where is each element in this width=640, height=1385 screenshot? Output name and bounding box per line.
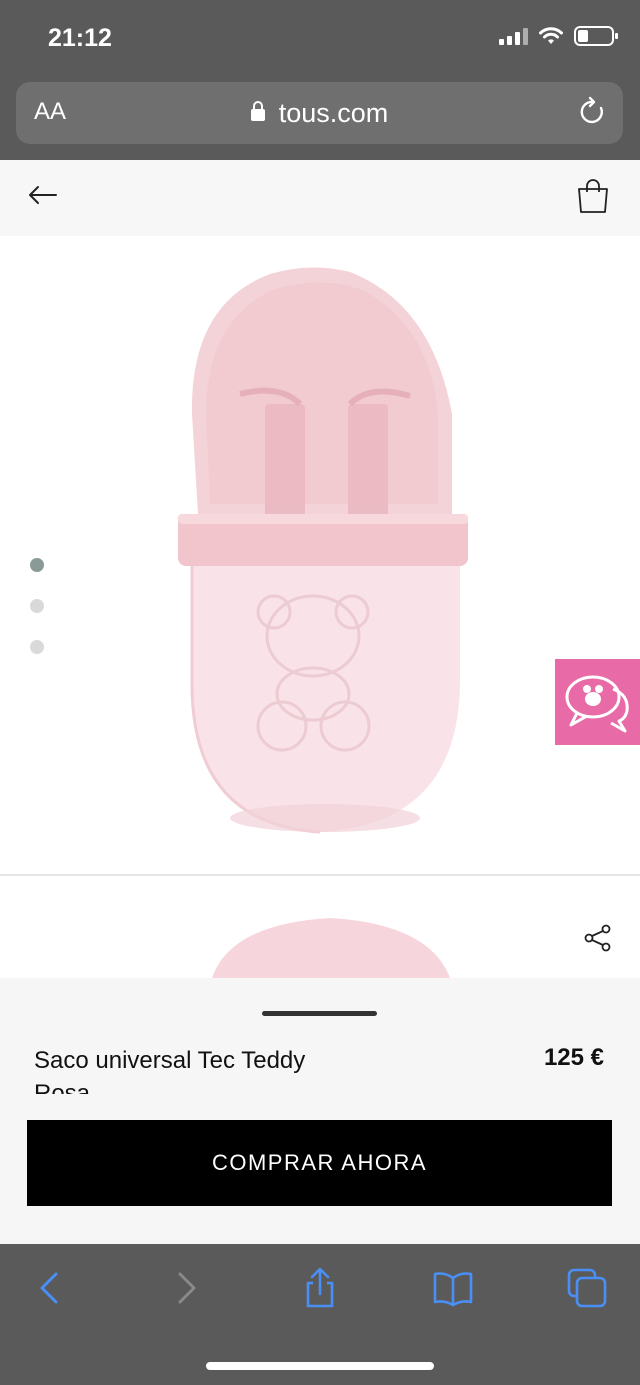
browser-top-chrome: 21:12 AA tous.com [0, 0, 640, 160]
product-name: Saco universal Tec Teddy Rosa [34, 1047, 306, 1094]
back-chevron-icon[interactable] [30, 1268, 70, 1308]
share-sheet-icon[interactable] [300, 1268, 340, 1308]
cellular-signal-icon [499, 27, 528, 45]
gallery-dot-3[interactable] [30, 640, 44, 654]
chat-button[interactable] [555, 659, 640, 745]
bookmarks-icon[interactable] [433, 1268, 473, 1308]
url-bar[interactable]: AA tous.com [16, 82, 623, 144]
url-display[interactable]: tous.com [16, 98, 623, 129]
home-indicator [206, 1362, 434, 1370]
forward-chevron-icon[interactable] [166, 1268, 206, 1308]
second-product-image [0, 876, 640, 978]
product-gallery[interactable] [0, 236, 640, 874]
sheet-drag-handle[interactable] [262, 1011, 377, 1016]
app-header [0, 160, 640, 236]
url-text: tous.com [278, 98, 389, 128]
battery-icon [574, 26, 618, 46]
buy-now-button[interactable]: COMPRAR AHORA [27, 1120, 612, 1206]
reload-icon[interactable] [579, 96, 607, 128]
tabs-icon[interactable] [567, 1268, 607, 1308]
share-icon[interactable] [584, 924, 612, 952]
shopping-bag-icon[interactable] [576, 178, 610, 214]
product-bottom-sheet[interactable]: Saco universal Tec Teddy Rosa 125 € COMP… [0, 978, 640, 1244]
gallery-dot-1[interactable] [30, 558, 44, 572]
status-icons [499, 26, 618, 46]
product-image [178, 267, 468, 834]
lock-icon [250, 101, 265, 121]
gallery-pagination[interactable] [30, 558, 44, 654]
chat-bubbles-icon [565, 675, 629, 733]
wifi-icon [539, 27, 563, 44]
product-image-partial [212, 918, 450, 978]
product-price: 125 € [543, 1044, 604, 1071]
product-info: Saco universal Tec Teddy Rosa 125 € [34, 1042, 614, 1094]
gallery-dot-2[interactable] [30, 599, 44, 613]
back-arrow-icon[interactable] [26, 180, 60, 210]
status-time: 21:12 [48, 24, 112, 52]
browser-toolbar [0, 1244, 640, 1385]
